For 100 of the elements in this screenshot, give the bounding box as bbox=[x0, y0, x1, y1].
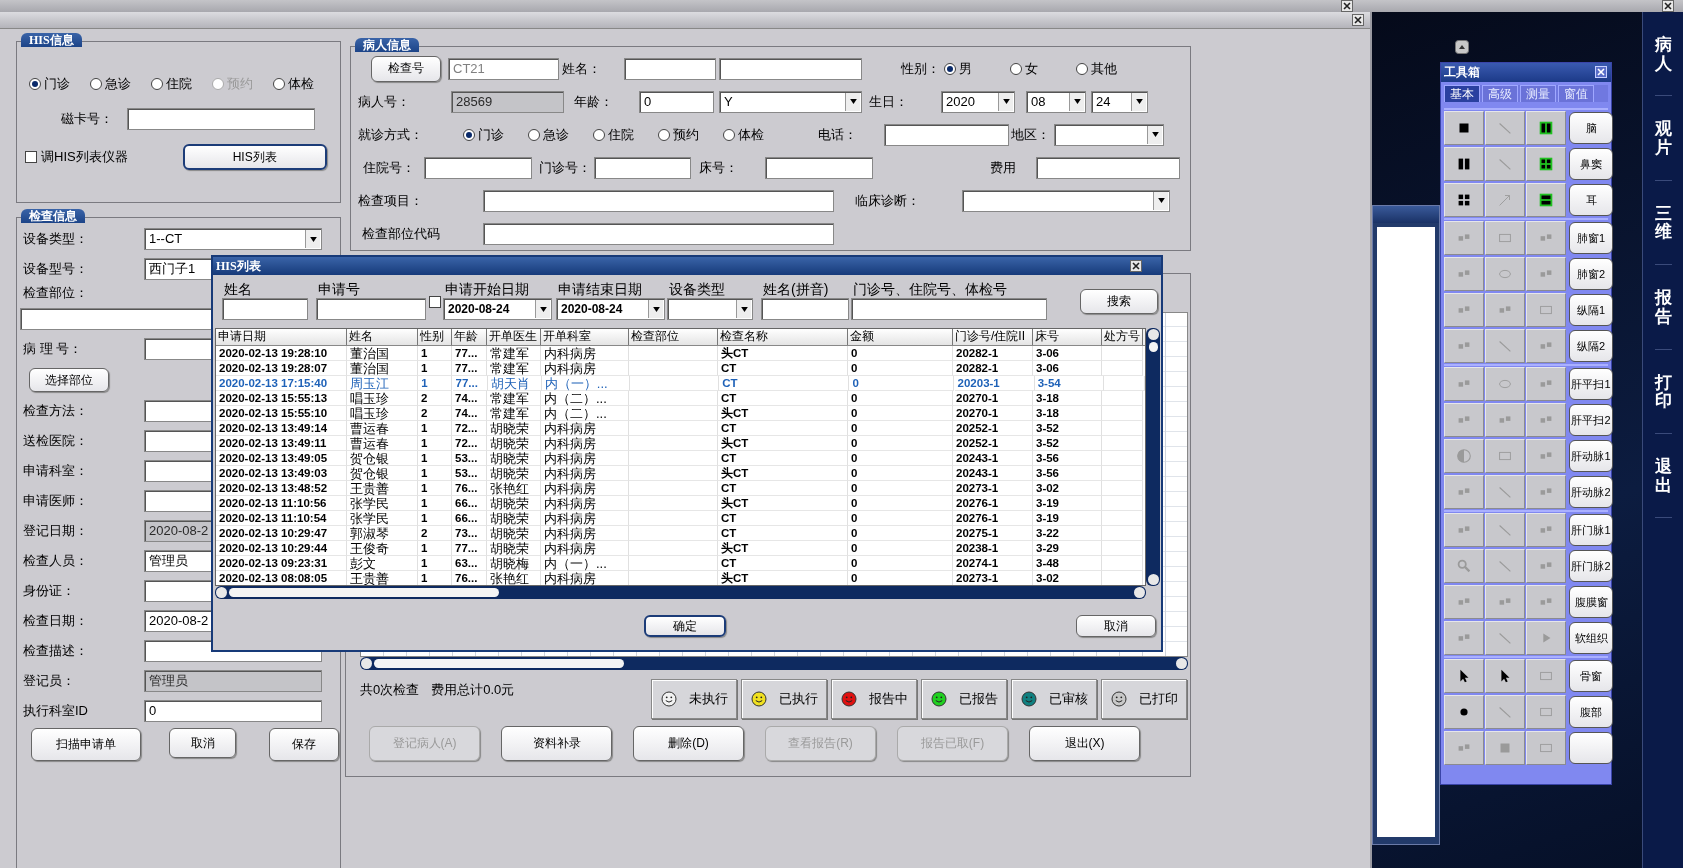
table-row[interactable]: 2020-02-13 11:10:56 张学民 1 66... 胡晓荣 内科病房 头CT 0 20276-1 3-19 bbox=[216, 496, 1145, 511]
date-picker[interactable]: 2020-08-24 bbox=[443, 298, 552, 320]
radio-button[interactable]: 预约 bbox=[658, 125, 723, 144]
preset-button[interactable]: 软组织 bbox=[1569, 622, 1613, 654]
nav-item[interactable]: 退出 bbox=[1654, 433, 1672, 519]
radio-button[interactable]: 体检 bbox=[273, 75, 334, 93]
input-field[interactable] bbox=[1036, 156, 1180, 179]
table-row[interactable]: 2020-02-13 10:29:44 王俊奇 1 77... 胡晓荣 内科病房 头CT 0 20238-1 3-29 bbox=[216, 541, 1145, 556]
table-row[interactable]: 2020-02-13 17:15:40 周玉江 1 77... 胡天肖 内（一）... CT 0 20203-1 3-54 bbox=[216, 376, 1145, 391]
search-button[interactable]: 搜索 bbox=[1080, 289, 1158, 314]
table-row[interactable]: 2020-02-13 13:48:52 王贵善 1 76... 张艳红 内科病房 CT 0 20273-1 3-02 bbox=[216, 481, 1145, 496]
input-field[interactable]: CT21 bbox=[448, 57, 559, 80]
dropdown[interactable]: 1--CT bbox=[144, 228, 322, 250]
preset-button[interactable]: 鼻窦 bbox=[1569, 148, 1613, 180]
input-field[interactable] bbox=[719, 57, 862, 80]
action-button[interactable]: 资料补录 bbox=[501, 726, 612, 761]
nav-item[interactable]: 打印 bbox=[1654, 349, 1672, 434]
cancel-button[interactable]: 取消 bbox=[1076, 615, 1156, 637]
status-button[interactable]: 已报告 bbox=[921, 679, 1007, 719]
horizontal-scrollbar[interactable] bbox=[215, 586, 1146, 599]
tool-button[interactable] bbox=[1444, 147, 1484, 181]
radio-button[interactable]: 住院 bbox=[593, 125, 658, 144]
column-header[interactable]: 床号 bbox=[1033, 329, 1102, 345]
tab[interactable]: 测量 bbox=[1520, 85, 1556, 102]
tool-button[interactable] bbox=[1444, 659, 1484, 693]
checkbox[interactable] bbox=[429, 296, 441, 308]
preset-button[interactable]: 肝门脉1 bbox=[1569, 514, 1613, 546]
column-header[interactable]: 开单医生 bbox=[487, 329, 541, 345]
input-field[interactable] bbox=[424, 156, 532, 179]
action-button[interactable]: 扫描申请单 bbox=[31, 728, 141, 761]
select-part-button[interactable]: 选择部位 bbox=[29, 368, 109, 392]
preset-button[interactable]: 耳 bbox=[1569, 184, 1613, 216]
table-row[interactable]: 2020-02-13 19:28:07 董治国 1 77... 常建军 内科病房 CT 0 20282-1 3-06 bbox=[216, 361, 1145, 376]
dropdown[interactable]: 24 bbox=[1091, 90, 1148, 113]
nav-item[interactable]: 报告 bbox=[1654, 265, 1672, 350]
close-icon[interactable] bbox=[1662, 0, 1674, 12]
tab[interactable]: 高级 bbox=[1482, 85, 1518, 102]
column-header[interactable]: 处方号 bbox=[1102, 329, 1143, 345]
table-row[interactable]: 2020-02-13 19:28:10 董治国 1 77... 常建军 内科病房 头CT 0 20282-1 3-06 bbox=[216, 346, 1145, 361]
table-row[interactable]: 2020-02-13 13:49:14 曹运春 1 72... 胡晓荣 内科病房 CT 0 20252-1 3-52 bbox=[216, 421, 1145, 436]
status-button[interactable]: 已审核 bbox=[1011, 679, 1097, 719]
close-icon[interactable] bbox=[1352, 14, 1364, 26]
dropdown[interactable] bbox=[667, 298, 753, 320]
close-icon[interactable] bbox=[1130, 260, 1142, 272]
preset-button[interactable]: 肝动脉1 bbox=[1569, 440, 1613, 472]
radio-button[interactable]: 门诊 bbox=[29, 75, 90, 93]
table-row[interactable]: 2020-02-13 09:23:31 彭文 1 63... 胡晓梅 内（一）... CT 0 20274-1 3-48 bbox=[216, 556, 1145, 571]
preset-button[interactable]: 肺窗2 bbox=[1569, 258, 1613, 290]
table-row[interactable]: 2020-02-13 13:49:05 贺仓银 1 53... 胡晓荣 内科病房 CT 0 20243-1 3-56 bbox=[216, 451, 1145, 466]
preset-button[interactable]: 肝动脉2 bbox=[1569, 476, 1613, 508]
dropdown[interactable]: Y bbox=[719, 90, 862, 113]
tab[interactable]: 基本 bbox=[1444, 85, 1480, 102]
close-icon[interactable] bbox=[1341, 0, 1353, 12]
input-field[interactable] bbox=[765, 156, 873, 179]
vertical-scrollbar[interactable] bbox=[1146, 328, 1160, 586]
date-picker[interactable]: 2020-08-24 bbox=[556, 298, 665, 320]
tool-button[interactable] bbox=[1485, 659, 1525, 693]
input-field[interactable] bbox=[761, 298, 849, 320]
preset-button[interactable]: 腹膜窗 bbox=[1569, 586, 1613, 618]
tool-button[interactable] bbox=[1444, 695, 1484, 729]
input-field[interactable] bbox=[483, 222, 834, 245]
preset-button[interactable]: 纵隔2 bbox=[1569, 330, 1613, 362]
tab[interactable]: 窗值 bbox=[1558, 85, 1594, 102]
status-button[interactable]: 已打印 bbox=[1101, 679, 1187, 719]
action-button[interactable]: 取消 bbox=[169, 728, 236, 758]
table-row[interactable]: 2020-02-13 11:10:54 张学民 1 66... 胡晓荣 内科病房 CT 0 20276-1 3-19 bbox=[216, 511, 1145, 526]
preset-button[interactable]: 腹部 bbox=[1569, 696, 1613, 728]
checkbox[interactable]: 调HIS列表仪器 bbox=[25, 148, 128, 166]
input-field[interactable] bbox=[222, 298, 308, 320]
column-header[interactable]: 检查部位 bbox=[629, 329, 718, 345]
column-header[interactable]: 姓名 bbox=[347, 329, 418, 345]
nav-item[interactable]: 三维 bbox=[1654, 180, 1672, 266]
action-button[interactable]: 保存 bbox=[269, 728, 339, 761]
input-field[interactable] bbox=[316, 298, 426, 320]
arrow-up-icon[interactable] bbox=[1455, 40, 1469, 54]
input-field[interactable]: 管理员 bbox=[144, 670, 322, 692]
preset-button[interactable] bbox=[1569, 732, 1613, 764]
status-button[interactable]: 未执行 bbox=[651, 679, 737, 719]
table-row[interactable]: 2020-02-13 15:55:10 唱玉珍 2 74... 常建军 内（二）... 头CT 0 20270-1 3-18 bbox=[216, 406, 1145, 421]
input-field[interactable]: 0 bbox=[639, 90, 714, 113]
column-header[interactable]: 门诊号/住院II bbox=[953, 329, 1033, 345]
tool-button[interactable] bbox=[1444, 111, 1484, 145]
action-button[interactable]: 删除(D) bbox=[633, 726, 744, 761]
preset-button[interactable]: 肝平扫1 bbox=[1569, 368, 1613, 400]
preset-button[interactable]: 肝平扫2 bbox=[1569, 404, 1613, 436]
horizontal-scrollbar[interactable] bbox=[360, 657, 1188, 670]
column-header[interactable]: 申请日期 bbox=[216, 329, 347, 345]
radio-button[interactable]: 其他 bbox=[1076, 59, 1142, 78]
nav-item[interactable]: 病人 bbox=[1654, 12, 1672, 97]
input-field[interactable]: 0 bbox=[144, 700, 322, 722]
his-list-button[interactable]: HIS列表 bbox=[182, 144, 327, 170]
tool-button[interactable] bbox=[1526, 183, 1566, 217]
preset-button[interactable]: 骨窗 bbox=[1569, 660, 1613, 692]
tool-button[interactable] bbox=[1526, 147, 1566, 181]
preset-button[interactable]: 脑 bbox=[1569, 112, 1613, 144]
table-row[interactable]: 2020-02-13 13:49:11 曹运春 1 72... 胡晓荣 内科病房 头CT 0 20252-1 3-52 bbox=[216, 436, 1145, 451]
preset-button[interactable]: 肝门脉2 bbox=[1569, 550, 1613, 582]
nav-item[interactable]: 观片 bbox=[1654, 96, 1672, 181]
status-button[interactable]: 已执行 bbox=[741, 679, 827, 719]
dropdown[interactable] bbox=[1054, 123, 1164, 146]
